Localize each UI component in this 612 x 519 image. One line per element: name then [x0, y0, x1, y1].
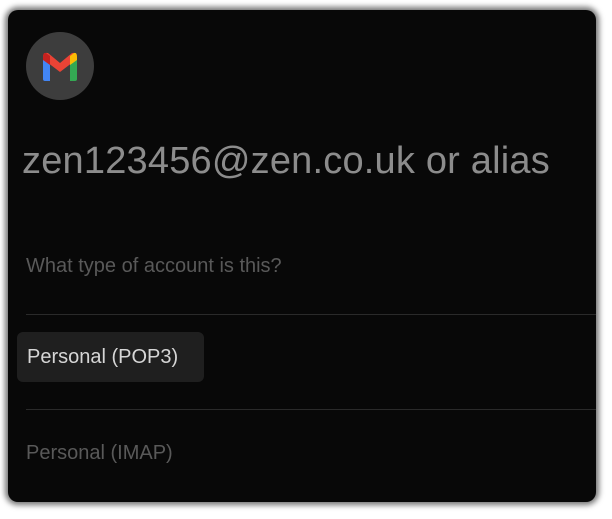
- account-email: zen123456@zen.co.uk or alias: [22, 140, 550, 182]
- account-type-question: What type of account is this?: [26, 255, 282, 277]
- account-type-dialog: zen123456@zen.co.uk or alias What type o…: [8, 10, 596, 502]
- gmail-logo-icon: [26, 32, 94, 100]
- option-personal-pop3[interactable]: Personal (POP3): [17, 332, 204, 382]
- divider: [26, 314, 596, 315]
- option-personal-imap[interactable]: Personal (IMAP): [26, 442, 173, 465]
- gmail-m-icon: [43, 52, 77, 81]
- divider: [26, 409, 596, 410]
